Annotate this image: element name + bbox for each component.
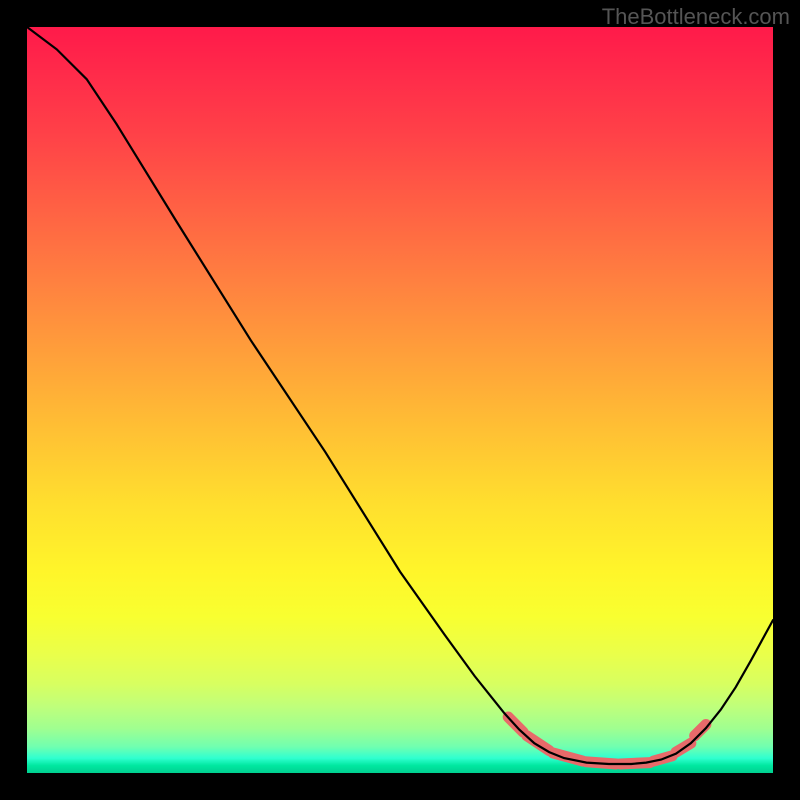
highlight-segments <box>508 717 706 764</box>
highlight-segment <box>527 736 549 751</box>
bottleneck-curve <box>27 27 773 764</box>
plot-area <box>27 27 773 773</box>
watermark-text: TheBottleneck.com <box>602 4 790 30</box>
chart-svg <box>27 27 773 773</box>
